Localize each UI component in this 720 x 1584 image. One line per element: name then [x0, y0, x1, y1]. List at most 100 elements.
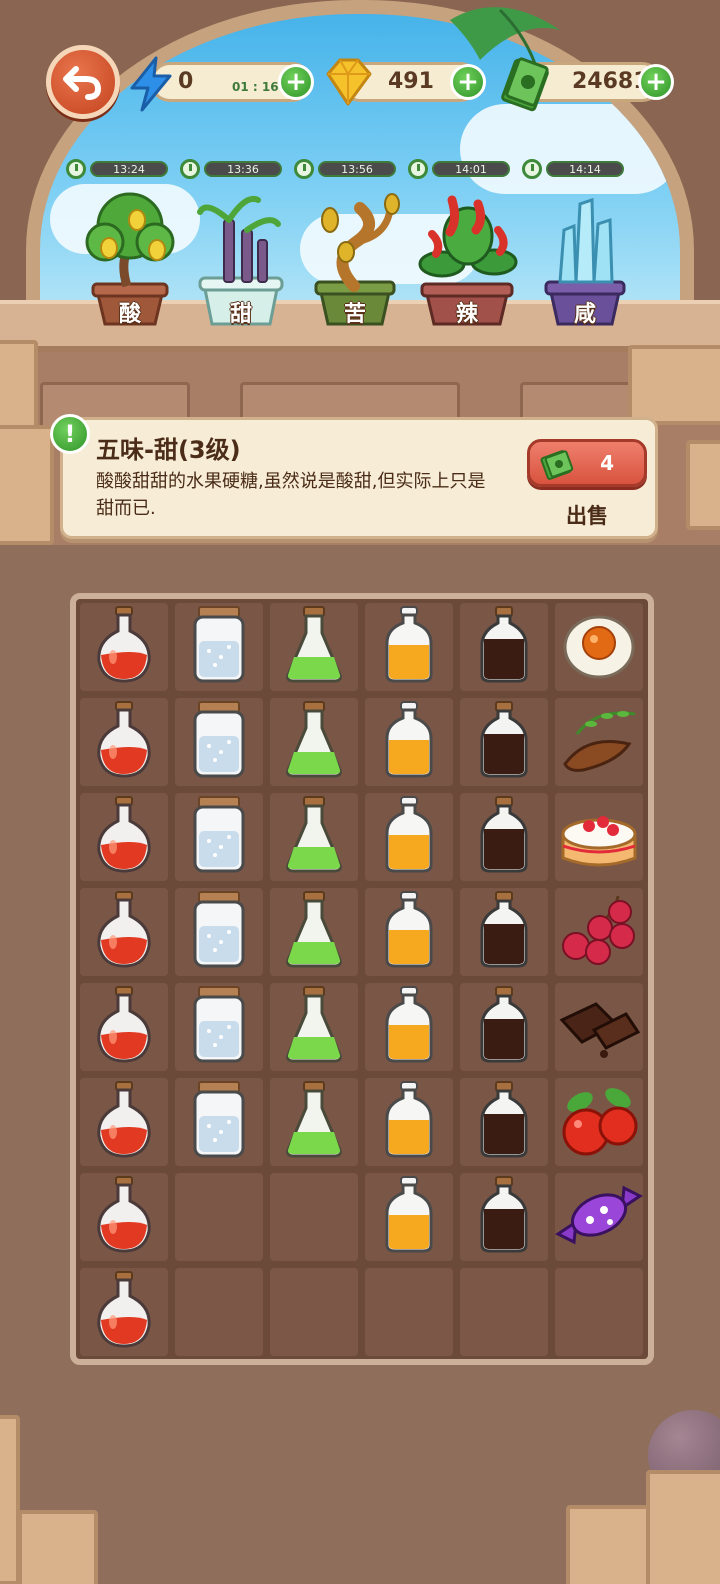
plant-sour[interactable]: 酸 — [75, 190, 185, 330]
grid-cell-green-potion-flask[interactable] — [270, 983, 358, 1071]
grid-cell-empty — [175, 1268, 263, 1356]
grid-cell-salted-egg[interactable] — [555, 603, 643, 691]
item-title: 五味-甜(3级) — [96, 436, 241, 464]
lychee-icon — [556, 890, 642, 974]
gold-gem-icon — [326, 58, 372, 106]
grid-cell-red-potion-flask[interactable] — [80, 888, 168, 976]
grid-cell-empty — [460, 1268, 548, 1356]
plant-timer-value: 13:56 — [318, 161, 396, 177]
cash-stack-icon — [540, 450, 574, 480]
grid-cell-red-potion-flask[interactable] — [80, 1078, 168, 1166]
plant-bitter[interactable]: 苦 — [300, 190, 410, 330]
grid-cell-chocolate[interactable] — [555, 983, 643, 1071]
grid-cell-soy-sauce-bottle[interactable] — [460, 1078, 548, 1166]
grid-cell-tamarind[interactable] — [555, 698, 643, 786]
sugar-jar-icon — [189, 985, 249, 1069]
back-button[interactable] — [46, 45, 120, 119]
grid-cell-soy-sauce-bottle[interactable] — [460, 793, 548, 881]
lightning-bolt-icon — [130, 56, 172, 112]
plant-label: 甜 — [229, 302, 253, 327]
grid-cell-sugar-jar[interactable] — [175, 603, 263, 691]
plant-timer-sweet: 13:36 — [180, 158, 282, 180]
red-potion-flask-icon — [91, 700, 157, 784]
grid-cell-orange-juice-bottle[interactable] — [365, 603, 453, 691]
clock-icon — [66, 159, 86, 179]
sell-label: 出售 — [566, 504, 608, 528]
info-icon: ! — [50, 414, 90, 454]
grid-cell-soy-sauce-bottle[interactable] — [460, 1173, 548, 1261]
grid-cell-green-potion-flask[interactable] — [270, 793, 358, 881]
red-potion-flask-icon — [91, 985, 157, 1069]
back-arrow-icon — [63, 66, 102, 100]
crate-decoration — [0, 1415, 20, 1584]
green-potion-flask-icon — [282, 890, 346, 974]
grid-cell-red-potion-flask[interactable] — [80, 603, 168, 691]
plant-timer-sour: 13:24 — [66, 158, 168, 180]
red-potion-flask-icon — [91, 1080, 157, 1164]
sugar-jar-icon — [189, 605, 249, 689]
clock-icon — [294, 159, 314, 179]
salted-egg-icon — [559, 609, 639, 685]
plant-sweet[interactable]: 甜 — [186, 190, 296, 330]
grid-cell-strawberry-cake[interactable] — [555, 793, 643, 881]
grid-cell-green-potion-flask[interactable] — [270, 1078, 358, 1166]
grid-cell-empty — [270, 1268, 358, 1356]
sell-button[interactable]: 4 — [527, 439, 647, 487]
crate-decoration — [0, 425, 54, 545]
strawberry-cake-icon — [557, 798, 641, 876]
soy-sauce-bottle-icon — [476, 700, 532, 784]
gems-value: 491 — [388, 69, 434, 94]
add-gems-button[interactable]: + — [450, 64, 486, 100]
grid-cell-red-potion-flask[interactable] — [80, 983, 168, 1071]
grid-cell-red-potion-flask[interactable] — [80, 1173, 168, 1261]
grid-cell-lychee[interactable] — [555, 888, 643, 976]
add-energy-button[interactable]: + — [278, 64, 314, 100]
grid-cell-soy-sauce-bottle[interactable] — [460, 983, 548, 1071]
grid-cell-green-potion-flask[interactable] — [270, 698, 358, 786]
plant-timer-value: 14:14 — [546, 161, 624, 177]
grid-cell-sugar-jar[interactable] — [175, 793, 263, 881]
plant-salty[interactable]: 咸 — [530, 190, 640, 330]
grid-cell-red-potion-flask[interactable] — [80, 1268, 168, 1356]
chocolate-icon — [556, 990, 642, 1064]
grid-cell-orange-juice-bottle[interactable] — [365, 1078, 453, 1166]
soy-sauce-bottle-icon — [476, 1080, 532, 1164]
grid-cell-sugar-jar[interactable] — [175, 983, 263, 1071]
grid-cell-soy-sauce-bottle[interactable] — [460, 603, 548, 691]
hawthorn-icon — [556, 1080, 642, 1164]
orange-juice-bottle-icon — [381, 795, 437, 879]
grid-cell-sugar-jar[interactable] — [175, 888, 263, 976]
grid-cell-empty — [175, 1173, 263, 1261]
grid-cell-orange-juice-bottle[interactable] — [365, 888, 453, 976]
grid-cell-red-potion-flask[interactable] — [80, 698, 168, 786]
plant-timer-value: 14:01 — [432, 161, 510, 177]
grid-cell-green-potion-flask[interactable] — [270, 888, 358, 976]
plant-spicy[interactable]: 辣 — [412, 190, 522, 330]
item-description: 酸酸甜甜的水果硬糖,虽然说是酸甜,但实际上只是甜而已. — [96, 471, 486, 519]
crate-decoration — [686, 440, 720, 530]
grid-cell-orange-juice-bottle[interactable] — [365, 983, 453, 1071]
soy-sauce-bottle-icon — [476, 605, 532, 689]
grid-cell-soy-sauce-bottle[interactable] — [460, 698, 548, 786]
grid-cell-soy-sauce-bottle[interactable] — [460, 888, 548, 976]
energy-value: 0 — [178, 69, 194, 94]
grid-cell-empty — [270, 1173, 358, 1261]
grid-cell-hawthorn[interactable] — [555, 1078, 643, 1166]
soy-sauce-bottle-icon — [476, 795, 532, 879]
grid-cell-green-potion-flask[interactable] — [270, 603, 358, 691]
soy-sauce-bottle-icon — [476, 1175, 532, 1259]
add-cash-button[interactable]: + — [638, 64, 674, 100]
grid-cell-orange-juice-bottle[interactable] — [365, 1173, 453, 1261]
crate-decoration — [0, 340, 38, 430]
orange-juice-bottle-icon — [381, 985, 437, 1069]
grid-cell-sugar-jar[interactable] — [175, 1078, 263, 1166]
grid-cell-sugar-jar[interactable] — [175, 698, 263, 786]
crate-decoration — [628, 345, 720, 425]
grid-cell-red-potion-flask[interactable] — [80, 793, 168, 881]
orange-juice-bottle-icon — [381, 1175, 437, 1259]
sugar-jar-icon — [189, 795, 249, 879]
grid-cell-wrapped-candy[interactable] — [555, 1173, 643, 1261]
grid-cell-orange-juice-bottle[interactable] — [365, 698, 453, 786]
grid-cell-orange-juice-bottle[interactable] — [365, 793, 453, 881]
crate-decoration — [566, 1505, 656, 1584]
